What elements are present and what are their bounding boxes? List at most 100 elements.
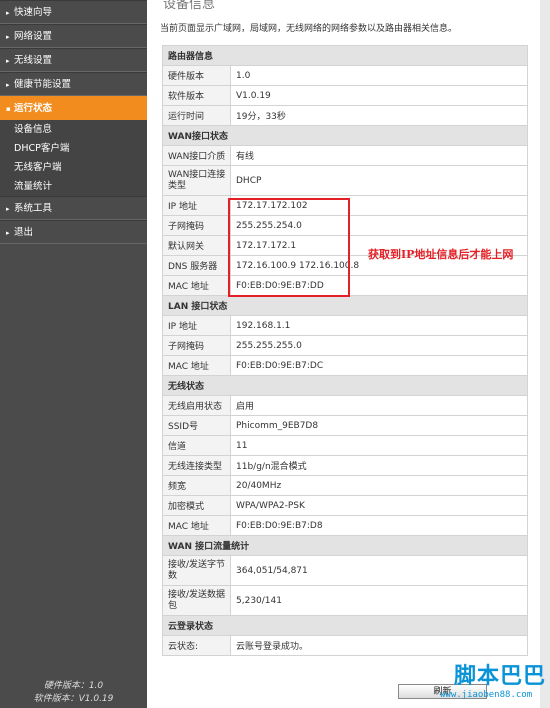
sidebar-item-energy-saving[interactable]: ▸ 健康节能设置 [0,72,147,96]
table-row: MAC 地址 F0:EB:D0:9E:B7:D8 [162,515,528,536]
sidebar: ▸ 快速向导 ▸ 网络设置 ▸ 无线设置 ▸ 健康节能设置 ▪ 运行状态 设备信息 DHC… [0,0,147,708]
row-value: 云账号登录成功。 [230,635,528,656]
row-value: Phicomm_9EB7D8 [230,415,528,436]
annotation-text: 获取到IP地址信息后才能上网 [368,248,514,261]
scroll-gutter [540,0,550,708]
table-row: WAN接口介质 有线 [162,145,528,166]
chevron-right-icon: ▸ [6,33,10,41]
row-label: 无线连接类型 [162,455,231,476]
sidebar-subitem-wireless-clients[interactable]: 无线客户端 [0,158,147,177]
row-label: IP 地址 [162,195,231,216]
row-label: 软件版本 [162,85,231,106]
row-value: 20/40MHz [230,475,528,496]
sidebar-item-system-tools[interactable]: ▸ 系统工具 [0,196,147,220]
sidebar-item-quick-wizard[interactable]: ▸ 快速向导 [0,0,147,24]
watermark-url: www.jiaoben88.com [440,690,533,700]
chevron-right-icon: ▸ [6,205,10,213]
table-row: 云状态: 云账号登录成功。 [162,635,528,656]
row-label: 频宽 [162,475,231,496]
row-label: 硬件版本 [162,65,231,86]
table-row: 频宽 20/40MHz [162,475,528,496]
table-row: SSID号 Phicomm_9EB7D8 [162,415,528,436]
row-label: MAC 地址 [162,515,231,536]
table-row: 软件版本 V1.0.19 [162,85,528,106]
table-row: 硬件版本 1.0 [162,65,528,86]
sidebar-item-label: 健康节能设置 [14,79,72,90]
row-label: 加密模式 [162,495,231,516]
sidebar-item-label: 运行状态 [14,103,53,114]
chevron-right-icon: ▸ [6,57,10,65]
chevron-right-icon: ▸ [6,9,10,17]
section-title: WAN 接口流量统计 [162,535,528,556]
sidebar-item-logout[interactable]: ▸ 退出 [0,220,147,244]
row-label: 子网掩码 [162,335,231,356]
sidebar-item-wireless-settings[interactable]: ▸ 无线设置 [0,48,147,72]
row-label: WAN接口连接类型 [162,165,231,196]
hardware-version: 硬件版本：1.0 [43,681,104,691]
sidebar-subitem-dhcp-clients[interactable]: DHCP客户端 [0,139,147,158]
watermark-logo: 脚本巴巴 [454,664,547,689]
sidebar-item-label: 网络设置 [14,31,53,42]
sidebar-item-label: 快速向导 [14,7,53,18]
row-value: 有线 [230,145,528,166]
row-label: 接收/发送数据包 [162,585,231,616]
section-header-lan: LAN 接口状态 [162,295,528,316]
row-value: 19分，33秒 [230,105,528,126]
table-row: 运行时间 19分，33秒 [162,105,528,126]
page-title: 设备信息 [163,0,216,12]
row-value: WPA/WPA2-PSK [230,495,528,516]
row-value: 364,051/54,871 [230,555,528,586]
row-label: 默认网关 [162,235,231,256]
row-value: 11 [230,435,528,456]
row-label: WAN接口介质 [162,145,231,166]
row-label: MAC 地址 [162,355,231,376]
table-row: 接收/发送数据包 5,230/141 [162,585,528,616]
row-label: MAC 地址 [162,275,231,296]
version-footer: 硬件版本：1.0 软件版本：V1.0.19 [0,680,147,708]
row-value: DHCP [230,165,528,196]
table-row: 无线连接类型 11b/g/n混合模式 [162,455,528,476]
row-label: 接收/发送字节数 [162,555,231,586]
row-label: 信道 [162,435,231,456]
table-row: 子网掩码 255.255.255.0 [162,335,528,356]
row-label: 云状态: [162,635,231,656]
sidebar-item-label: 系统工具 [14,203,53,214]
section-header-router: 路由器信息 [162,45,528,66]
device-info-table: 路由器信息 硬件版本 1.0 软件版本 V1.0.19 运行时间 19分，33秒 WA… [162,45,528,656]
table-row: 加密模式 WPA/WPA2-PSK [162,495,528,516]
table-row: 接收/发送字节数 364,051/54,871 [162,555,528,586]
section-title: 云登录状态 [162,615,528,636]
annotation-highlight-box [228,198,350,297]
software-version: 软件版本：V1.0.19 [33,694,114,704]
row-label: 无线启用状态 [162,395,231,416]
main-content: 设备信息 当前页面显示广域网，局域网，无线网络的网络参数以及路由器相关信息。 路… [147,0,540,708]
section-header-wan: WAN接口状态 [162,125,528,146]
row-label: DNS 服务器 [162,255,231,276]
row-value: 5,230/141 [230,585,528,616]
table-row: IP 地址 192.168.1.1 [162,315,528,336]
row-value: 192.168.1.1 [230,315,528,336]
table-row: 信道 11 [162,435,528,456]
section-title: 路由器信息 [162,45,528,66]
chevron-right-icon: ▸ [6,81,10,89]
row-value: 11b/g/n混合模式 [230,455,528,476]
table-row: WAN接口连接类型 DHCP [162,165,528,196]
chevron-down-icon: ▪ [6,105,11,113]
section-header-cloud: 云登录状态 [162,615,528,636]
row-label: SSID号 [162,415,231,436]
sidebar-subitem-traffic-stats[interactable]: 流量统计 [0,177,147,196]
section-header-traffic: WAN 接口流量统计 [162,535,528,556]
table-row: 无线启用状态 启用 [162,395,528,416]
sidebar-item-network-settings[interactable]: ▸ 网络设置 [0,24,147,48]
row-label: 运行时间 [162,105,231,126]
sidebar-submenu: 设备信息 DHCP客户端 无线客户端 流量统计 [0,120,147,196]
section-title: 无线状态 [162,375,528,396]
sidebar-subitem-device-info[interactable]: 设备信息 [0,120,147,139]
row-value: 启用 [230,395,528,416]
table-row: MAC 地址 F0:EB:D0:9E:B7:DC [162,355,528,376]
row-value: F0:EB:D0:9E:B7:DC [230,355,528,376]
section-title: WAN接口状态 [162,125,528,146]
row-value: V1.0.19 [230,85,528,106]
sidebar-item-running-status[interactable]: ▪ 运行状态 [0,96,147,120]
row-label: 子网掩码 [162,215,231,236]
